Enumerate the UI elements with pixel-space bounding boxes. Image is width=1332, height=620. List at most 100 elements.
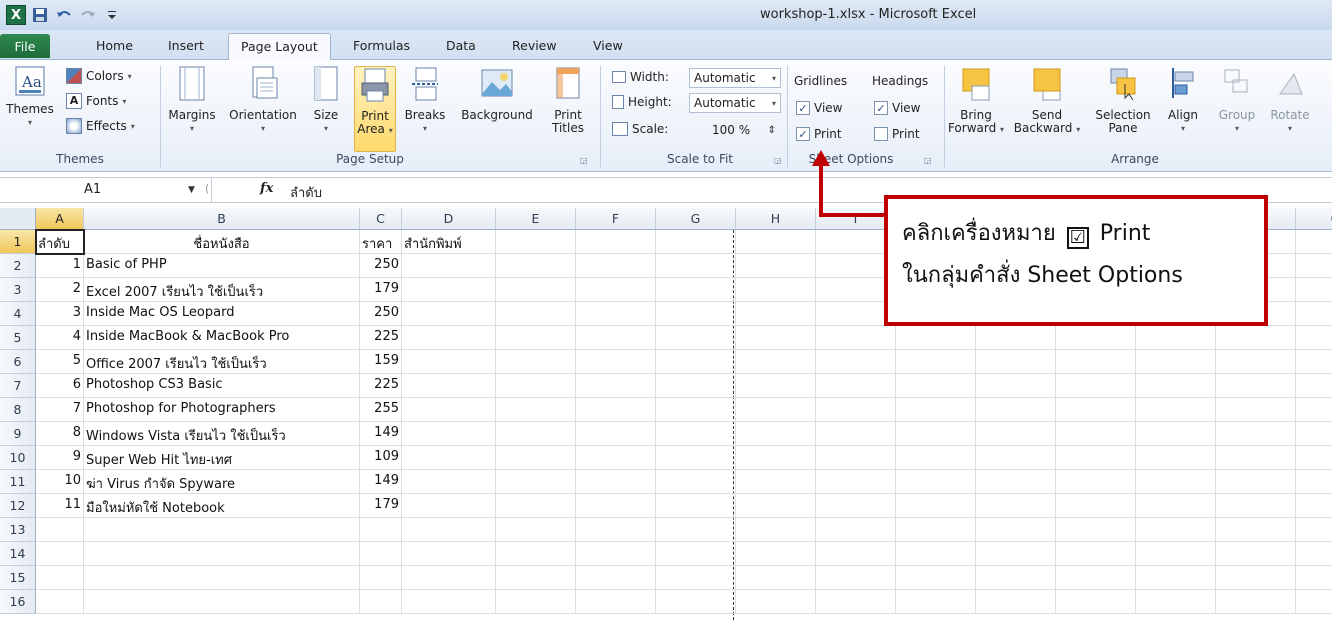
cell[interactable] (576, 302, 656, 326)
cell[interactable] (1216, 518, 1296, 542)
cell[interactable] (1056, 542, 1136, 566)
row-header[interactable]: 4 (0, 302, 36, 326)
cell[interactable] (1216, 470, 1296, 494)
group-button[interactable]: Group ▾ (1212, 66, 1262, 135)
cell[interactable]: ราคา (360, 230, 402, 254)
cell[interactable] (656, 350, 736, 374)
cell[interactable] (816, 326, 896, 350)
cell[interactable] (736, 350, 816, 374)
tab-file[interactable]: File (0, 34, 50, 58)
cell[interactable] (576, 350, 656, 374)
cell[interactable]: 250 (360, 302, 402, 326)
cell[interactable] (496, 398, 576, 422)
row-header[interactable]: 11 (0, 470, 36, 494)
cell[interactable] (656, 542, 736, 566)
cell[interactable] (402, 470, 496, 494)
cell[interactable] (656, 230, 736, 254)
cell[interactable] (976, 542, 1056, 566)
cell[interactable] (402, 350, 496, 374)
cell[interactable] (656, 446, 736, 470)
cell[interactable]: สำนักพิมพ์ (402, 230, 496, 254)
cell[interactable] (1056, 374, 1136, 398)
cell[interactable] (976, 590, 1056, 614)
cell[interactable] (496, 494, 576, 518)
cell[interactable] (1296, 278, 1332, 302)
cell[interactable] (976, 422, 1056, 446)
cell[interactable] (36, 566, 84, 590)
cell[interactable] (656, 374, 736, 398)
cell[interactable] (896, 590, 976, 614)
cell[interactable] (976, 566, 1056, 590)
cell[interactable] (576, 470, 656, 494)
redo-icon[interactable] (78, 5, 98, 25)
cell[interactable]: Basic of PHP (84, 254, 360, 278)
cell[interactable] (84, 542, 360, 566)
column-header[interactable]: E (496, 208, 576, 230)
breaks-button[interactable]: Breaks ▾ (400, 66, 450, 135)
scale-spinner[interactable]: 100 % ⇕ (689, 120, 781, 140)
cell[interactable] (736, 230, 816, 254)
cell[interactable]: Inside Mac OS Leopard (84, 302, 360, 326)
cell[interactable]: มือใหม่หัดใช้ Notebook (84, 494, 360, 518)
row-header[interactable]: 2 (0, 254, 36, 278)
row-header[interactable]: 12 (0, 494, 36, 518)
cell[interactable] (496, 470, 576, 494)
cell[interactable] (816, 470, 896, 494)
cell[interactable] (496, 374, 576, 398)
size-button[interactable]: Size ▾ (306, 66, 346, 135)
cell[interactable] (896, 494, 976, 518)
cell[interactable] (896, 422, 976, 446)
cell[interactable] (576, 590, 656, 614)
column-header[interactable]: G (656, 208, 736, 230)
cell[interactable] (816, 422, 896, 446)
cell[interactable] (402, 254, 496, 278)
cell[interactable] (896, 350, 976, 374)
cell[interactable] (402, 566, 496, 590)
select-all-button[interactable] (0, 208, 36, 230)
margins-button[interactable]: Margins ▾ (164, 66, 220, 135)
cell[interactable] (896, 542, 976, 566)
orientation-button[interactable]: Orientation ▾ (224, 66, 302, 135)
cell[interactable] (1216, 446, 1296, 470)
cell[interactable] (1136, 470, 1216, 494)
cell[interactable]: ชื่อหนังสือ (84, 230, 360, 254)
cell[interactable] (1216, 350, 1296, 374)
cell[interactable] (736, 254, 816, 278)
cell[interactable] (360, 566, 402, 590)
page-setup-dialog-launcher-icon[interactable]: ◲ (580, 156, 588, 165)
scale-to-fit-dialog-launcher-icon[interactable]: ◲ (774, 156, 782, 165)
cell[interactable] (1136, 542, 1216, 566)
cell[interactable] (976, 350, 1056, 374)
cell[interactable] (736, 590, 816, 614)
cell[interactable] (1296, 230, 1332, 254)
cell[interactable] (1136, 590, 1216, 614)
cell[interactable]: 149 (360, 422, 402, 446)
cell[interactable] (496, 230, 576, 254)
cell[interactable] (656, 254, 736, 278)
cell[interactable] (1056, 446, 1136, 470)
cell[interactable] (1136, 350, 1216, 374)
headings-view-checkbox[interactable]: ✓ View (874, 101, 920, 115)
cell[interactable] (360, 518, 402, 542)
cell[interactable] (1216, 422, 1296, 446)
cell[interactable] (1296, 350, 1332, 374)
cell[interactable] (576, 518, 656, 542)
cell[interactable] (1136, 374, 1216, 398)
cell[interactable] (896, 518, 976, 542)
background-button[interactable]: Background (452, 66, 542, 122)
row-header[interactable]: 6 (0, 350, 36, 374)
cell[interactable] (816, 350, 896, 374)
undo-icon[interactable] (54, 5, 74, 25)
formula-input[interactable]: ลำดับ (290, 182, 322, 203)
tab-review[interactable]: Review (512, 38, 557, 53)
cell[interactable] (1056, 398, 1136, 422)
cell[interactable] (1216, 566, 1296, 590)
cell[interactable]: 9 (36, 446, 84, 470)
cell[interactable] (402, 446, 496, 470)
cell[interactable] (656, 518, 736, 542)
cell[interactable] (1296, 518, 1332, 542)
cell[interactable] (816, 398, 896, 422)
cell[interactable]: Excel 2007 เรียนไว ใช้เป็นเร็ว (84, 278, 360, 302)
tab-data[interactable]: Data (446, 38, 476, 53)
cell[interactable] (896, 326, 976, 350)
